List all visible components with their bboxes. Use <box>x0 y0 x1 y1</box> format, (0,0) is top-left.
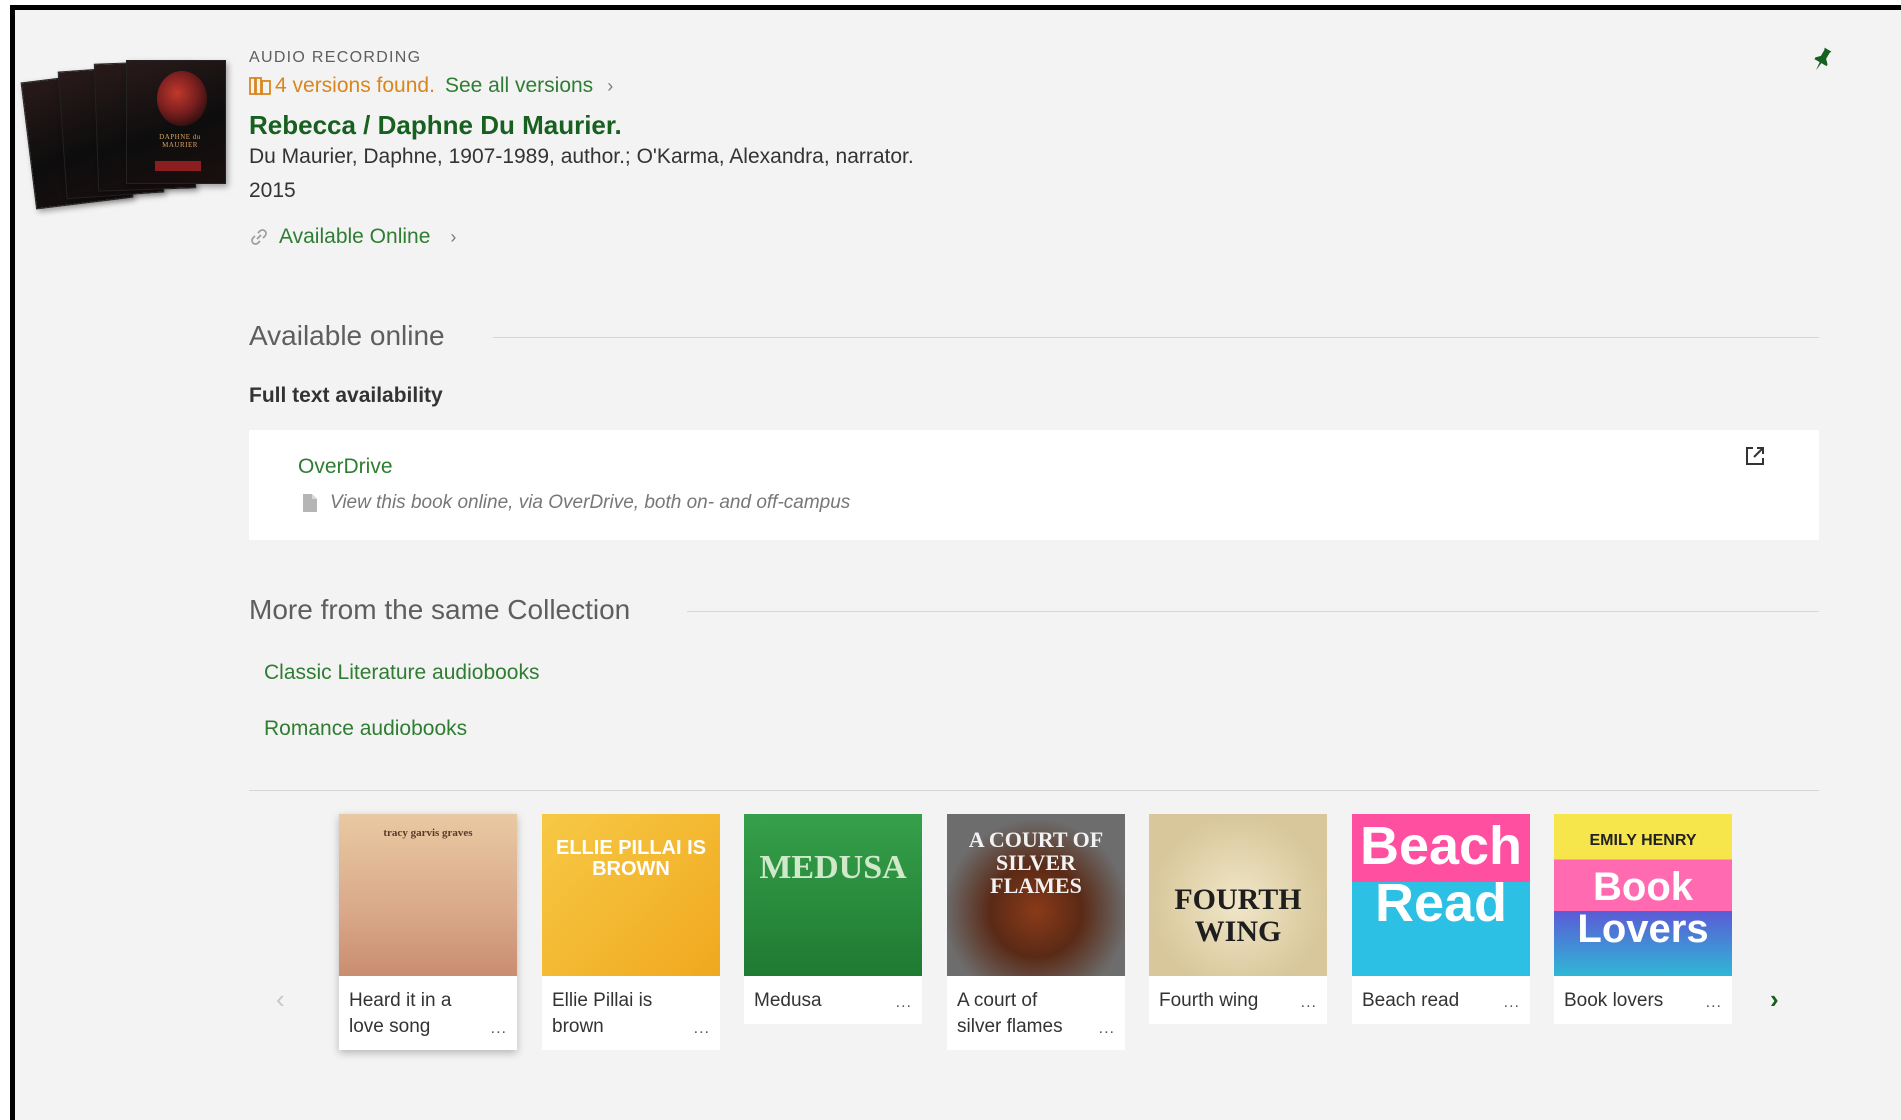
carousel-item-cover-text: FOURTH WING <box>1174 883 1302 948</box>
overdrive-service-box[interactable] <box>249 430 1819 540</box>
carousel-item-cover-text: Beach Read <box>1359 816 1523 933</box>
versions-link[interactable]: 4 versions found. See all versions › <box>249 74 613 98</box>
record-title[interactable]: Rebecca / Daphne Du Maurier. <box>249 110 622 141</box>
carousel-item-cover[interactable]: MEDUSA <box>744 814 922 976</box>
thumbnail-cover: DAPHNE du MAURIER <box>126 60 226 184</box>
carousel-item[interactable]: A COURT OF SILVER FLAMES A court of silver… <box>947 814 1125 1050</box>
see-all-versions[interactable]: See all versions <box>445 74 593 98</box>
carousel-item[interactable]: MEDUSA Medusa... <box>744 814 922 1024</box>
carousel-item-cover[interactable]: Book Lovers EMILY HENRY <box>1554 814 1732 976</box>
carousel-item-title-line: Book lovers <box>1564 990 1664 1011</box>
more-options-icon[interactable]: ... <box>1504 990 1520 1016</box>
carousel-item-title[interactable]: A court of silver flames... <box>947 976 1125 1050</box>
carousel-item-cover[interactable]: A COURT OF SILVER FLAMES <box>947 814 1125 976</box>
available-online-link[interactable]: Available Online › <box>249 225 456 249</box>
overdrive-description-text: View this book online, via OverDrive, bo… <box>330 492 851 513</box>
carousel-item-title[interactable]: Book lovers... <box>1554 976 1732 1024</box>
carousel-item-title-line: A court of <box>957 990 1038 1011</box>
carousel-item-cover[interactable]: ELLIE PILLAI IS BROWN <box>542 814 720 976</box>
chevron-right-icon: › <box>607 75 614 96</box>
section-divider <box>687 611 1819 612</box>
available-online-label: Available Online <box>279 225 431 248</box>
carousel-item-title[interactable]: Beach read... <box>1352 976 1530 1024</box>
carousel-item-title-line: Medusa <box>754 990 822 1011</box>
link-icon <box>251 229 267 245</box>
overdrive-description: View this book online, via OverDrive, bo… <box>300 492 850 514</box>
available-online-heading: Available online <box>249 320 445 351</box>
carousel-item-cover-author: EMILY HENRY <box>1589 832 1697 849</box>
carousel-prev-icon[interactable]: ‹ <box>276 984 285 1015</box>
document-icon <box>303 494 317 512</box>
carousel-item-title-line: Ellie Pillai is <box>552 990 653 1011</box>
chevron-right-icon: › <box>450 226 457 247</box>
thumbnail-band <box>155 161 201 171</box>
carousel-item[interactable]: tracy garvis graves Heard it in a love son… <box>339 814 517 1050</box>
carousel-item-cover[interactable]: tracy garvis graves <box>339 814 517 976</box>
carousel-item-cover[interactable]: Beach Read <box>1352 814 1530 976</box>
carousel-item-title-line: Beach read <box>1362 990 1460 1011</box>
carousel-divider <box>249 790 1819 791</box>
pin-icon[interactable] <box>1810 46 1834 74</box>
more-options-icon[interactable]: ... <box>694 1016 710 1042</box>
carousel-item-title[interactable]: Ellie Pillai is brown... <box>542 976 720 1050</box>
carousel-next-icon[interactable]: › <box>1770 984 1779 1015</box>
carousel-item[interactable]: Beach Read Beach read... <box>1352 814 1530 1024</box>
carousel-item-title-line: love song <box>349 1016 431 1037</box>
carousel-item-title-line: silver flames <box>957 1016 1063 1037</box>
record-authors: Du Maurier, Daphne, 1907-1989, author.; … <box>249 145 914 168</box>
carousel-item-cover[interactable]: FOURTH WING <box>1149 814 1327 976</box>
carousel-item-cover-text: ELLIE PILLAI IS BROWN <box>555 837 706 880</box>
record-thumbnail[interactable]: DAPHNE du MAURIER <box>20 54 227 210</box>
carousel-item-cover-text: Book Lovers <box>1577 865 1709 951</box>
more-options-icon[interactable]: ... <box>491 1016 507 1042</box>
carousel-item-title[interactable]: Fourth wing... <box>1149 976 1327 1024</box>
collection-heading: More from the same Collection <box>249 594 631 625</box>
carousel-item-cover-text: tracy garvis graves <box>383 827 473 839</box>
carousel-item-cover-text: MEDUSA <box>759 849 907 886</box>
more-options-icon[interactable]: ... <box>1706 990 1722 1016</box>
more-options-icon[interactable]: ... <box>1301 990 1317 1016</box>
thumbnail-art <box>157 71 207 126</box>
carousel-item[interactable]: FOURTH WING Fourth wing... <box>1149 814 1327 1024</box>
carousel-item[interactable]: Book Lovers EMILY HENRY Book lovers... <box>1554 814 1732 1024</box>
versions-count: 4 versions found. <box>275 74 435 97</box>
record-year: 2015 <box>249 179 296 202</box>
overdrive-link[interactable]: OverDrive <box>298 455 393 479</box>
external-link-icon[interactable] <box>1744 445 1766 467</box>
thumbnail-title: DAPHNE du MAURIER <box>159 133 201 149</box>
carousel-item-cover-text: A COURT OF SILVER FLAMES <box>968 827 1104 899</box>
carousel-item-title-line: brown <box>552 1016 604 1037</box>
carousel-item-title-line: Heard it in a <box>349 990 452 1011</box>
record-type: AUDIO RECORDING <box>249 49 422 66</box>
collection-link-classic[interactable]: Classic Literature audiobooks <box>264 661 539 685</box>
collection-link-romance[interactable]: Romance audiobooks <box>264 717 467 741</box>
carousel-item-title-line: Fourth wing <box>1159 990 1259 1011</box>
versions-icon <box>249 77 271 95</box>
carousel-item-title[interactable]: Medusa... <box>744 976 922 1024</box>
section-divider <box>493 337 1819 338</box>
more-options-icon[interactable]: ... <box>896 990 912 1016</box>
full-text-label: Full text availability <box>249 384 443 407</box>
more-options-icon[interactable]: ... <box>1099 1016 1115 1042</box>
carousel-item-title[interactable]: Heard it in a love song... <box>339 976 517 1050</box>
carousel-item[interactable]: ELLIE PILLAI IS BROWN Ellie Pillai is brow… <box>542 814 720 1050</box>
